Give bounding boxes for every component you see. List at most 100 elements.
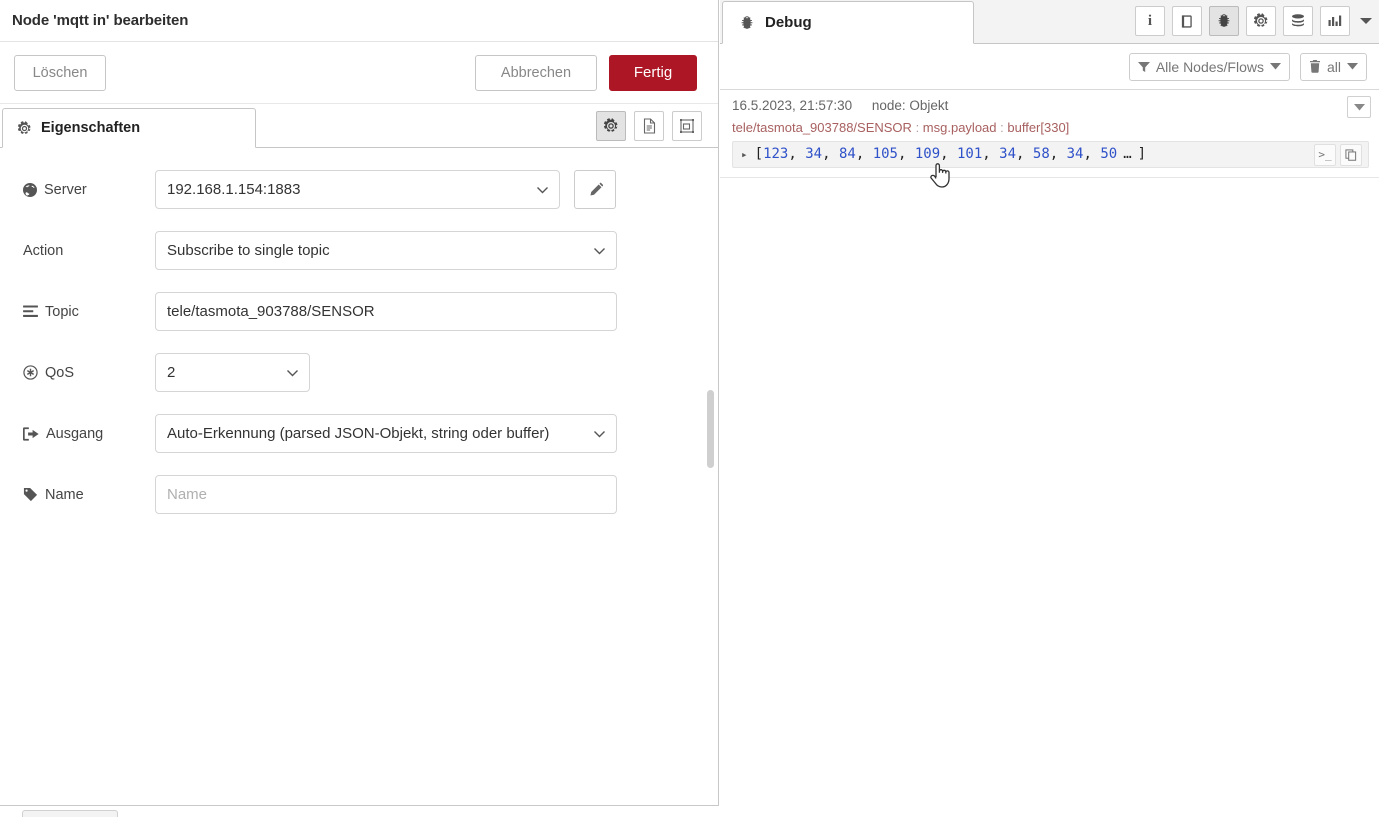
topic-input[interactable]: tele/tasmota_903788/SENSOR: [155, 292, 617, 331]
payload-value: 101: [948, 146, 983, 162]
console-prompt-icon: >_: [1318, 148, 1332, 161]
gear-icon: [1253, 13, 1269, 29]
label-action-text: Action: [23, 242, 64, 259]
payload-value: 34: [1058, 146, 1084, 162]
debug-bug-icon-button[interactable]: [1209, 6, 1239, 36]
appearance-layout-icon-button[interactable]: [672, 111, 702, 141]
chevron-down-icon: [1347, 63, 1358, 70]
chevron-down-icon: [593, 429, 606, 438]
copy-value-icon-button[interactable]: [1340, 143, 1362, 166]
payload-close-bracket: ]: [1137, 146, 1147, 162]
debug-clear-label: all: [1326, 58, 1341, 75]
label-name: Name: [23, 487, 155, 503]
info-icon-button[interactable]: i: [1135, 6, 1165, 36]
output-select[interactable]: Auto-Erkennung (parsed JSON-Objekt, stri…: [155, 414, 617, 453]
help-book-icon: [1180, 14, 1195, 29]
payload-comma: ,: [822, 146, 831, 162]
page-title: Node 'mqtt in' bearbeiten: [12, 12, 189, 29]
chevron-down-icon: [1353, 103, 1365, 111]
label-topic: Topic: [23, 304, 155, 320]
debug-message-topic: tele/tasmota_903788/SENSOR: [732, 120, 912, 135]
expand-triangle-icon[interactable]: ▸: [741, 148, 748, 161]
server-select[interactable]: 192.168.1.154:1883: [155, 170, 560, 209]
debug-filter-toolbar: Alle Nodes/Flows all: [720, 44, 1379, 90]
debug-message-timestamp: 16.5.2023, 21:57:30: [732, 98, 853, 113]
dialog-action-toolbar: Löschen Abbrechen Fertig: [0, 42, 718, 104]
payload-value: 109: [906, 146, 941, 162]
debug-message[interactable]: 16.5.2023, 21:57:30 node: Objekt tele/ta…: [720, 90, 1379, 178]
action-select[interactable]: Subscribe to single topic: [155, 231, 617, 270]
asterisk-circle-icon: [23, 365, 38, 380]
context-data-stack-icon-button[interactable]: [1283, 6, 1313, 36]
payload-ellipsis: …: [1123, 146, 1132, 162]
label-output: Ausgang: [23, 426, 155, 442]
form-row-topic: Topic tele/tasmota_903788/SENSOR: [0, 292, 718, 331]
help-book-icon-button[interactable]: [1172, 6, 1202, 36]
debug-message-collapse-button[interactable]: [1347, 96, 1371, 118]
debug-clear-button[interactable]: all: [1299, 52, 1367, 81]
label-action: Action: [23, 243, 155, 259]
payload-value: 84: [830, 146, 856, 162]
chevron-down-icon: [536, 185, 549, 194]
qos-select-value: 2: [167, 364, 176, 381]
payload-comma: ,: [788, 146, 797, 162]
database-stack-icon: [1290, 14, 1306, 28]
chevron-down-icon: [286, 368, 299, 377]
debug-sidebar-tab-buttons: i: [1135, 6, 1375, 36]
debug-message-list: 16.5.2023, 21:57:30 node: Objekt tele/ta…: [720, 90, 1379, 178]
debug-filter-button[interactable]: Alle Nodes/Flows: [1128, 52, 1290, 81]
chevron-down-icon: [593, 246, 606, 255]
cancel-button[interactable]: Abbrechen: [475, 54, 597, 91]
tab-properties-label: Eigenschaften: [41, 120, 141, 136]
description-document-icon-button[interactable]: [634, 111, 664, 141]
action-select-value: Subscribe to single topic: [167, 242, 330, 259]
payload-buffer-values: 123, 34, 84, 105, 109, 101, 34, 58, 34, …: [763, 146, 1117, 162]
name-input[interactable]: Name: [155, 475, 617, 514]
debug-message-property: msg.payload: [922, 120, 997, 135]
list-icon: [23, 305, 38, 318]
debug-message-source: node: Objekt: [871, 98, 949, 113]
payload-value: 34: [990, 146, 1017, 162]
payload-comma: ,: [940, 146, 949, 162]
payload-comma: ,: [855, 146, 865, 162]
filter-icon: [1137, 61, 1150, 73]
payload-value: 58: [1024, 146, 1050, 162]
trash-icon: [1309, 60, 1321, 73]
node-properties-form: Server 192.168.1.154:1883 Action Subscri…: [0, 148, 718, 514]
bug-icon: [739, 15, 755, 31]
chevron-down-icon: [1360, 17, 1372, 25]
label-server-text: Server: [44, 181, 87, 198]
open-in-console-icon-button[interactable]: >_: [1314, 143, 1336, 166]
debug-sidebar: Debug i Alle Nodes/Flows all 16.5.2023, …: [720, 0, 1379, 817]
form-row-qos: QoS 2: [0, 353, 718, 392]
delete-button[interactable]: Löschen: [14, 54, 106, 91]
name-input-placeholder: Name: [167, 486, 208, 503]
sidebar-tabs-overflow-button[interactable]: [1357, 6, 1375, 36]
label-output-text: Ausgang: [46, 425, 104, 442]
config-gear-icon-button[interactable]: [1246, 6, 1276, 36]
tab-debug[interactable]: Debug: [722, 1, 974, 44]
edit-node-dialog: Node 'mqtt in' bearbeiten Löschen Abbrec…: [0, 0, 719, 806]
chevron-down-icon: [1269, 63, 1281, 70]
label-qos: QoS: [23, 365, 155, 381]
qos-select[interactable]: 2: [155, 353, 310, 392]
dialog-scrollbar-thumb[interactable]: [707, 390, 714, 468]
dashboard-chart-icon-button[interactable]: [1320, 6, 1350, 36]
label-qos-text: QoS: [45, 364, 75, 381]
form-row-server: Server 192.168.1.154:1883: [0, 170, 718, 209]
server-select-value: 192.168.1.154:1883: [167, 181, 301, 198]
label-name-text: Name: [45, 486, 84, 503]
debug-tab-bar: Debug i: [720, 0, 1379, 44]
tab-properties[interactable]: Eigenschaften: [2, 108, 256, 148]
debug-message-type: buffer[330]: [1007, 120, 1070, 135]
bug-icon: [1216, 13, 1232, 29]
server-edit-button[interactable]: [574, 170, 616, 209]
gear-icon: [17, 120, 32, 136]
payload-open-bracket: [: [754, 146, 764, 162]
topic-separator: :: [915, 120, 923, 135]
done-button[interactable]: Fertig: [609, 54, 697, 91]
copy-icon: [1345, 148, 1357, 161]
properties-gear-icon-button[interactable]: [596, 111, 626, 141]
workspace-toolbar-stub[interactable]: [22, 810, 118, 817]
debug-message-payload[interactable]: ▸ [ 123, 34, 84, 105, 109, 101, 34, 58, …: [732, 141, 1369, 168]
